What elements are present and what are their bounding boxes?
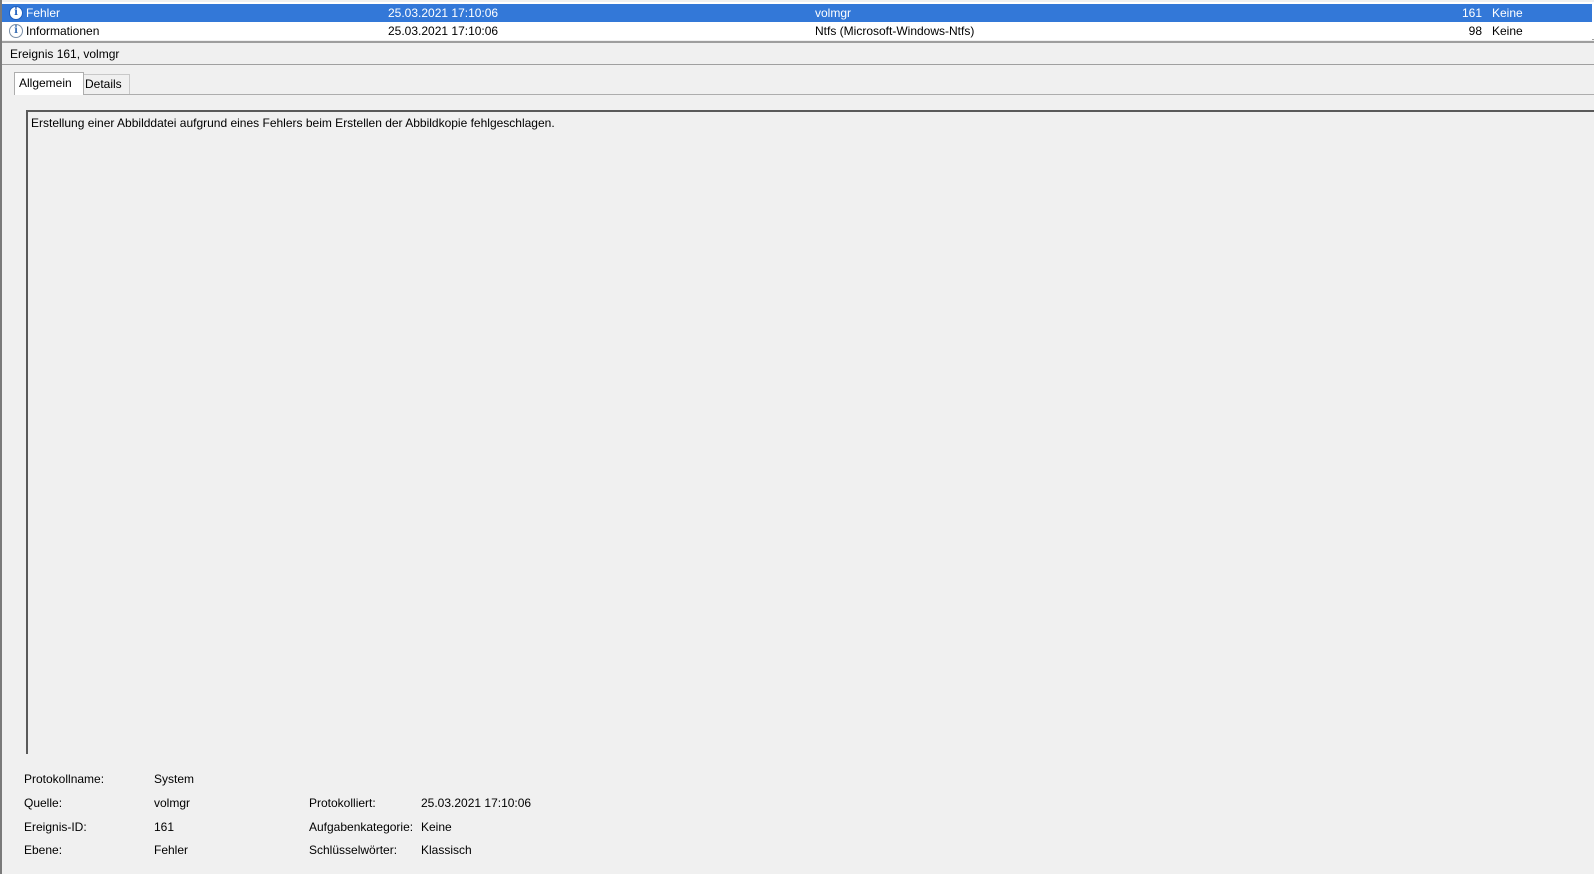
event-date: 25.03.2021 17:10:06 [388, 24, 499, 38]
value-ebene: Fehler [154, 843, 189, 857]
event-id: 161 [1461, 6, 1482, 20]
info-icon: i [9, 24, 23, 38]
tab-allgemein[interactable]: Allgemein [14, 72, 84, 95]
splitter[interactable] [2, 41, 1594, 43]
label-aufgabenkategorie: Aufgabenkategorie: [309, 820, 414, 834]
label-protokolliert: Protokolliert: [309, 796, 376, 810]
value-protokolliert: 25.03.2021 17:10:06 [421, 796, 532, 810]
event-message: Erstellung einer Abbilddatei aufgrund ei… [31, 116, 555, 130]
label-quelle: Quelle: [24, 796, 63, 810]
event-date: 25.03.2021 17:10:06 [388, 6, 499, 20]
label-protokollname: Protokollname: [24, 772, 105, 786]
event-level: Fehler [26, 6, 61, 20]
event-category: Keine [1492, 6, 1523, 20]
tab-details[interactable]: Details [80, 74, 130, 94]
event-message-box[interactable]: Erstellung einer Abbilddatei aufgrund ei… [26, 110, 1594, 754]
event-category: Keine [1492, 24, 1523, 38]
label-ebene: Ebene: [24, 843, 63, 857]
value-protokollname: System [154, 772, 195, 786]
event-level: Informationen [26, 24, 100, 38]
value-ereignis-id: 161 [154, 820, 175, 834]
value-aufgabenkategorie: Keine [421, 820, 452, 834]
value-quelle: volmgr [154, 796, 191, 810]
window-left-edge [0, 0, 2, 874]
error-info-icon: i [9, 6, 23, 20]
event-list[interactable]: i Fehler 25.03.2021 17:10:06 volmgr 161 … [2, 2, 1594, 40]
divider [2, 64, 1594, 65]
event-id: 98 [1468, 24, 1482, 38]
label-schluesselwoerter: Schlüsselwörter: [309, 843, 398, 857]
event-source: Ntfs (Microsoft-Windows-Ntfs) [815, 24, 975, 38]
event-row-selected[interactable]: i Fehler 25.03.2021 17:10:06 volmgr 161 … [2, 4, 1592, 22]
event-row[interactable]: i Informationen 25.03.2021 17:10:06 Ntfs… [2, 22, 1592, 40]
value-schluesselwoerter: Klassisch [421, 843, 472, 857]
detail-title: Ereignis 161, volmgr [10, 47, 120, 61]
label-ereignis-id: Ereignis-ID: [24, 820, 87, 834]
tab-panel-border [14, 94, 1594, 95]
event-source: volmgr [815, 6, 852, 20]
